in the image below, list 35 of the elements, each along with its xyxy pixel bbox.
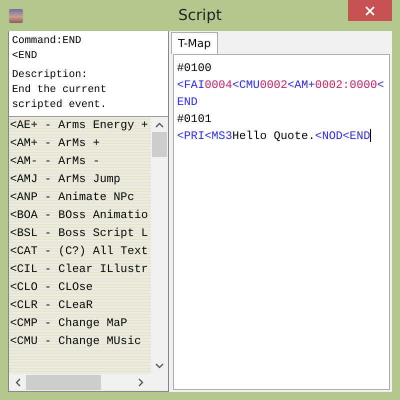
description-text: End the current scripted event.: [12, 83, 108, 113]
scroll-down-icon[interactable]: [155, 363, 164, 369]
script-line: <FAI0004<CMU0002<AM+0002:0000<: [177, 78, 386, 94]
command-list-item[interactable]: <CAT - (C?) All Text: [9, 243, 151, 261]
horizontal-scrollbar[interactable]: [9, 374, 168, 391]
command-list-item[interactable]: <AMJ - ArMs Jump: [9, 171, 151, 189]
close-button[interactable]: [348, 0, 392, 21]
map-tab[interactable]: T-Map: [171, 32, 218, 54]
description-label: Description:: [12, 68, 89, 83]
command-list-item[interactable]: <CIL - Clear ILlustr: [9, 261, 151, 279]
script-line: END: [177, 95, 199, 111]
scroll-left-icon[interactable]: [15, 378, 21, 387]
command-list-item[interactable]: <ANP - Animate NPc: [9, 189, 151, 207]
script-line: #0100: [177, 61, 213, 77]
command-list-item[interactable]: <AM+ - ArMs +: [9, 135, 151, 153]
command-list-item[interactable]: <AM- - ArMs -: [9, 153, 151, 171]
command-list-item[interactable]: <CLO - CLOse: [9, 279, 151, 297]
command-list-item[interactable]: <AE+ - Arms Energy +: [9, 117, 151, 135]
command-syntax: <END: [12, 49, 38, 64]
scroll-up-icon[interactable]: [155, 122, 164, 128]
command-list-item[interactable]: <CLR - CLeaR: [9, 297, 151, 315]
script-editor[interactable]: #0100 <FAI0004<CMU0002<AM+0002:0000< END #0101 <PRI<MS3Hello Quote.<NOD<END: [173, 54, 390, 390]
window-title: Script: [178, 6, 222, 24]
command-list-item[interactable]: <CMP - Change MaP: [9, 315, 151, 333]
scrollbar-thumb[interactable]: [152, 132, 167, 157]
scrollbar-thumb[interactable]: [26, 375, 101, 390]
scroll-right-icon[interactable]: [138, 378, 144, 387]
command-list-item[interactable]: <BSL - Boss Script L: [9, 225, 151, 243]
command-list-item[interactable]: <CMU - Change MUsic: [9, 333, 151, 351]
script-line: #0101: [177, 112, 213, 128]
command-name: Command:END: [12, 34, 82, 49]
close-icon: [365, 6, 375, 16]
vertical-scrollbar[interactable]: [151, 117, 168, 374]
command-list-item[interactable]: <BOA - BOss Animatio: [9, 207, 151, 225]
script-line: <PRI<MS3Hello Quote.<NOD<END: [177, 128, 372, 145]
